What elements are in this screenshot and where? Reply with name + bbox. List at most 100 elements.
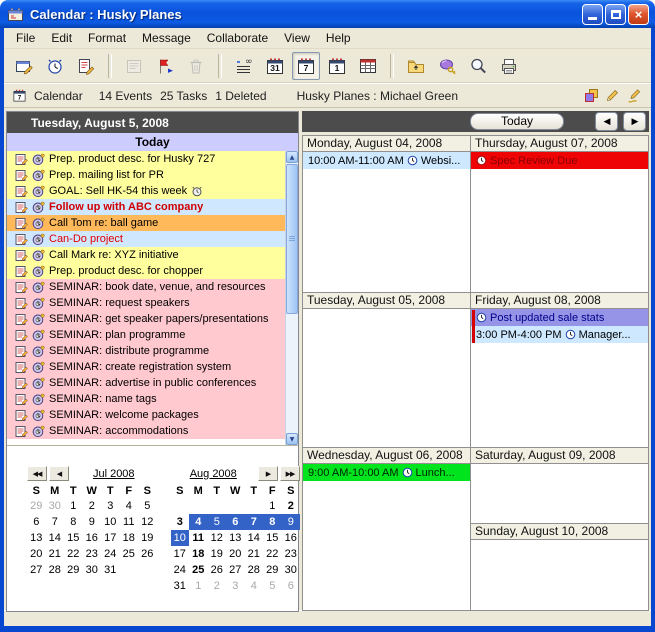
day-cell-friday[interactable]: Post updated sale stats3:00 PM-4:00 PMMa… (470, 308, 649, 448)
task-item[interactable]: Call Mark re: XYZ initiative (7, 247, 286, 263)
mini-date[interactable]: 27 (226, 562, 245, 578)
folder-up-icon[interactable] (402, 52, 430, 80)
mini-date[interactable]: 13 (27, 530, 46, 546)
task-item[interactable]: Can-Do project (7, 231, 286, 247)
mini-date[interactable]: 1 (263, 498, 282, 514)
mini-date[interactable]: 30 (46, 498, 65, 514)
minimize-button[interactable] (582, 4, 603, 25)
mini-date[interactable]: 1 (64, 498, 83, 514)
day-view-icon[interactable]: 1 (323, 52, 351, 80)
mini-date[interactable]: 14 (245, 530, 264, 546)
day-header-monday[interactable]: Monday, August 04, 2008 (302, 135, 471, 152)
mini-date[interactable]: 16 (282, 530, 301, 546)
task-item[interactable]: Prep. mailing list for PR (7, 167, 286, 183)
mini-date[interactable]: 24 (171, 562, 190, 578)
mini-date[interactable]: 14 (46, 530, 65, 546)
day-cell-tuesday[interactable] (302, 308, 471, 448)
mini-date[interactable]: 2 (83, 498, 102, 514)
mini-date[interactable]: 18 (189, 546, 208, 562)
mini-date[interactable]: 12 (208, 530, 227, 546)
edit-pencil-icon[interactable] (605, 88, 620, 103)
menu-view[interactable]: View (276, 29, 318, 47)
prev-week-button[interactable]: ◀ (595, 112, 618, 131)
day-header-sunday[interactable]: Sunday, August 10, 2008 (470, 523, 649, 540)
month-view-icon[interactable]: 31 (261, 52, 289, 80)
mini-date[interactable]: 31 (171, 578, 190, 594)
mini-date[interactable]: 17 (171, 546, 190, 562)
mini-date[interactable]: 5 (263, 578, 282, 594)
mini-date[interactable]: 9 (282, 514, 301, 530)
mini-date[interactable]: 4 (189, 514, 208, 530)
mini-date[interactable]: 6 (282, 578, 301, 594)
task-item[interactable]: SEMINAR: create registration system (7, 359, 286, 375)
mini-date[interactable]: 6 (226, 514, 245, 530)
mini-date[interactable]: 3 (226, 578, 245, 594)
mini-date[interactable]: 27 (27, 562, 46, 578)
mini-date[interactable]: 10 (101, 514, 120, 530)
day-cell-saturday[interactable] (470, 463, 649, 524)
close-button[interactable]: × (628, 4, 649, 25)
mini-date[interactable]: 13 (226, 530, 245, 546)
mini-date[interactable]: 11 (189, 530, 208, 546)
task-item[interactable]: Call Tom re: ball game (7, 215, 286, 231)
task-scrollbar[interactable]: ▲ ▼ (285, 151, 298, 445)
mini-date[interactable]: 7 (46, 514, 65, 530)
minical-title-jul[interactable]: Jul 2008 (71, 468, 157, 480)
task-item[interactable]: Follow up with ABC company (7, 199, 286, 215)
mini-date[interactable]: 25 (189, 562, 208, 578)
mini-date[interactable]: 18 (120, 530, 139, 546)
mini-date[interactable]: 11 (120, 514, 139, 530)
mini-date[interactable]: 12 (138, 514, 157, 530)
day-header-friday[interactable]: Friday, August 08, 2008 (470, 292, 649, 309)
maximize-button[interactable] (605, 4, 626, 25)
task-item[interactable]: SEMINAR: distribute programme (7, 343, 286, 359)
mini-date[interactable]: 26 (208, 562, 227, 578)
task-item[interactable]: SEMINAR: name tags (7, 391, 286, 407)
mini-date[interactable]: 19 (208, 546, 227, 562)
task-item[interactable]: SEMINAR: accommodations (7, 423, 286, 439)
mini-date[interactable]: 5 (138, 498, 157, 514)
scroll-up-button[interactable]: ▲ (286, 151, 298, 163)
mini-date[interactable]: 9 (83, 514, 102, 530)
mini-date[interactable]: 26 (138, 546, 157, 562)
mini-date[interactable]: 29 (64, 562, 83, 578)
mini-date[interactable]: 22 (64, 546, 83, 562)
task-item[interactable]: SEMINAR: advertise in public conferences (7, 375, 286, 391)
mini-date[interactable]: 5 (208, 514, 227, 530)
sign-pencil-icon[interactable] (626, 88, 643, 103)
task-item[interactable]: SEMINAR: plan programme (7, 327, 286, 343)
mini-date[interactable]: 3 (171, 514, 190, 530)
mini-date[interactable]: 4 (245, 578, 264, 594)
task-item[interactable]: SEMINAR: request speakers (7, 295, 286, 311)
mini-date[interactable]: 8 (64, 514, 83, 530)
next-week-button[interactable]: ▶ (623, 112, 646, 131)
mini-date[interactable]: 29 (263, 562, 282, 578)
next-year-button[interactable]: ▶▶ (280, 466, 300, 481)
task-item[interactable]: Prep. product desc. for chopper (7, 263, 286, 279)
day-cell-thursday[interactable]: Spec Review Due (470, 151, 649, 293)
mini-date[interactable]: 28 (245, 562, 264, 578)
mini-date[interactable]: 20 (27, 546, 46, 562)
mini-date[interactable]: 15 (64, 530, 83, 546)
event[interactable]: 3:00 PM-4:00 PMManager... (471, 326, 648, 343)
menu-collaborate[interactable]: Collaborate (199, 29, 276, 47)
task-item[interactable]: GOAL: Sell HK-54 this week (7, 183, 286, 199)
mini-date[interactable]: 8 (263, 514, 282, 530)
mini-date[interactable]: 16 (83, 530, 102, 546)
mini-date[interactable]: 19 (138, 530, 157, 546)
next-month-button[interactable]: ▶ (258, 466, 278, 481)
multi-week-view-icon[interactable] (354, 52, 382, 80)
mini-date[interactable]: 21 (245, 546, 264, 562)
mini-date[interactable]: 22 (263, 546, 282, 562)
scroll-down-button[interactable]: ▼ (286, 433, 298, 445)
day-header-wednesday[interactable]: Wednesday, August 06, 2008 (302, 447, 471, 464)
mini-date[interactable]: 3 (101, 498, 120, 514)
day-header-thursday[interactable]: Thursday, August 07, 2008 (470, 135, 649, 152)
menu-message[interactable]: Message (134, 29, 199, 47)
mini-date[interactable]: 29 (27, 498, 46, 514)
menu-file[interactable]: File (8, 29, 43, 47)
print-icon[interactable] (495, 52, 523, 80)
mini-date[interactable]: 6 (27, 514, 46, 530)
task-item[interactable]: SEMINAR: welcome packages (7, 407, 286, 423)
task-item[interactable]: SEMINAR: get speaker papers/presentation… (7, 311, 286, 327)
